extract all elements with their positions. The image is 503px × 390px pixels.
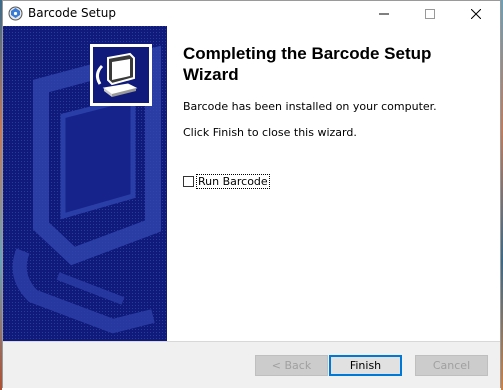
minimize-icon: [379, 13, 389, 14]
installed-message: Barcode has been installed on your compu…: [183, 100, 437, 113]
close-icon: [471, 8, 481, 19]
title-bar[interactable]: Barcode Setup: [3, 1, 500, 26]
setup-window: Barcode Setup Completing the Barcode Set…: [2, 0, 501, 388]
setup-disc-icon: [8, 6, 23, 21]
run-barcode-label[interactable]: Run Barcode: [196, 174, 270, 189]
run-barcode-option[interactable]: Run Barcode: [183, 174, 270, 189]
cancel-button[interactable]: Cancel: [415, 355, 488, 376]
back-button[interactable]: < Back: [255, 355, 328, 376]
wizard-heading: Completing the Barcode Setup Wizard: [183, 44, 432, 84]
maximize-button[interactable]: [407, 1, 453, 26]
computer-install-icon: [95, 52, 138, 97]
finish-button[interactable]: Finish: [329, 355, 402, 376]
run-barcode-checkbox[interactable]: [183, 176, 194, 187]
minimize-button[interactable]: [361, 1, 407, 26]
maximize-icon: [425, 8, 435, 19]
window-title: Barcode Setup: [28, 6, 116, 20]
wizard-footer: < Back Finish Cancel: [3, 342, 500, 388]
wizard-side-banner: [3, 26, 167, 341]
close-button[interactable]: [453, 1, 499, 26]
close-instruction: Click Finish to close this wizard.: [183, 126, 357, 139]
installer-logo: [90, 44, 152, 106]
